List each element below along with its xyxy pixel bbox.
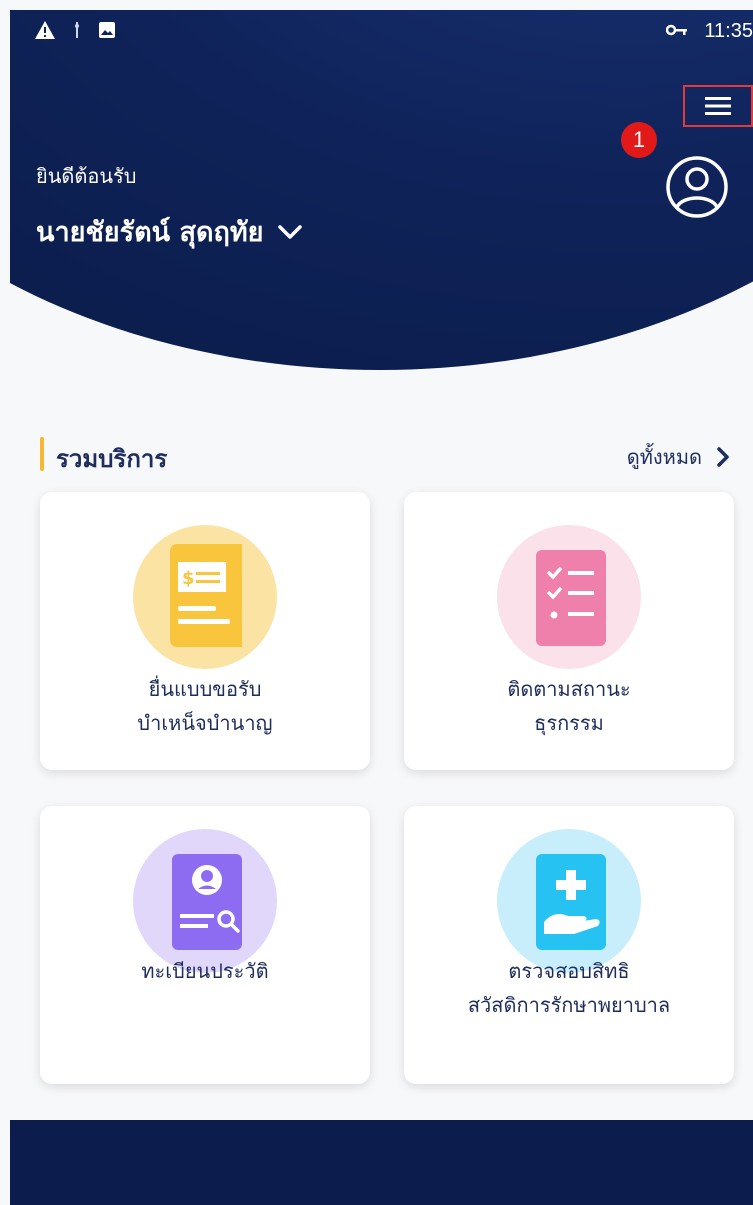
service-card-transaction-status[interactable]: ติดตามสถานะ ธุรกรรม [404, 492, 734, 770]
card-label-line2: บำเหน็จบำนาญ [137, 711, 273, 735]
bottom-navigation-bar [10, 1120, 753, 1205]
checklist-icon [497, 525, 641, 669]
chevron-down-icon [278, 224, 303, 239]
card-label-line2: ธุรกรรม [534, 711, 604, 735]
section-accent-bar [40, 437, 44, 471]
see-all-link[interactable]: ดูทั้งหมด [627, 441, 730, 473]
service-card-medical-welfare[interactable]: ตรวจสอบสิทธิ สวัสดิการรักษาพยาบาล [404, 806, 734, 1084]
user-name-dropdown[interactable]: นายชัยรัตน์ สุดฤทัย [36, 210, 303, 253]
user-avatar-icon [666, 156, 728, 218]
welcome-text: ยินดีต้อนรับ [36, 164, 137, 188]
card-label-line2: สวัสดิการรักษาพยาบาล [467, 993, 671, 1017]
service-card-pension-application[interactable]: $ ยื่นแบบขอรับ บำเหน็จบำนาญ [40, 492, 370, 770]
step-badge: 1 [621, 122, 657, 158]
card-label-line1: ตรวจสอบสิทธิ [508, 959, 630, 983]
section-title: รวมบริการ [56, 445, 168, 473]
hamburger-menu-icon [705, 97, 731, 115]
usb-icon [72, 21, 82, 43]
profile-button[interactable] [665, 155, 729, 219]
pension-document-icon: $ [133, 525, 277, 669]
card-label-line1: ยื่นแบบขอรับ [148, 677, 262, 701]
vpn-key-icon [666, 21, 688, 42]
warning-icon [34, 20, 56, 44]
chevron-right-icon [717, 447, 729, 467]
services-section-header: รวมบริการ ดูทั้งหมด [40, 437, 730, 473]
app-screen: 11:35 1 ยินดีต้อนรับ นายชัยรัตน์ สุดฤทัย [0, 0, 753, 1205]
header: 11:35 1 ยินดีต้อนรับ นายชัยรัตน์ สุดฤทัย [10, 10, 753, 370]
see-all-label: ดูทั้งหมด [626, 445, 702, 469]
status-bar: 11:35 [10, 10, 753, 52]
user-name: นายชัยรัตน์ สุดฤทัย [36, 217, 264, 248]
image-icon [98, 21, 116, 43]
service-card-profile-record[interactable]: ทะเบียนประวัติ [40, 806, 370, 1084]
menu-button[interactable] [683, 85, 753, 127]
svg-text:$: $ [182, 568, 195, 589]
card-label-line1: ติดตามสถานะ [507, 677, 631, 701]
card-label-line1: ทะเบียนประวัติ [141, 959, 269, 983]
status-time: 11:35 [704, 20, 753, 42]
